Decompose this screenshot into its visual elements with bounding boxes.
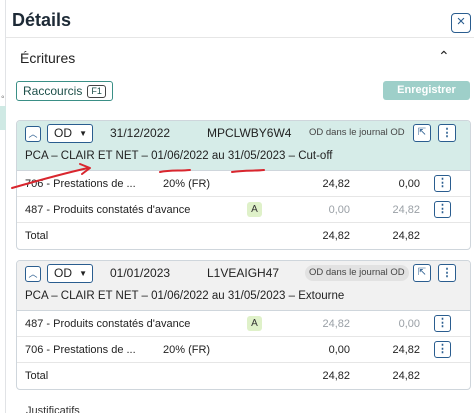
caret-down-icon: ▼ xyxy=(79,129,87,138)
line-credit: 24,82 xyxy=(392,204,420,216)
vertical-dots-icon[interactable]: ⋮ xyxy=(434,175,451,192)
journal-select-value: OD xyxy=(54,126,72,140)
external-link-icon[interactable]: ⇱ xyxy=(413,124,431,142)
entry-reference: L1VEAIGH47 xyxy=(207,266,280,280)
line-vat: 20% (FR) xyxy=(163,178,211,190)
entry-date: 01/01/2023 xyxy=(110,266,171,280)
vertical-dots-icon[interactable]: ⋮ xyxy=(438,264,456,282)
entry-reference: MPCLWBY6W4 xyxy=(207,126,292,140)
line-account: 487 - Produits constatés d'avance xyxy=(25,318,191,330)
caret-down-icon: ▼ xyxy=(79,269,87,278)
entry-line: 487 - Produits constatés d'avance A 0,00… xyxy=(17,197,470,223)
line-debit: 0,00 xyxy=(328,344,350,356)
vertical-dots-icon[interactable]: ⋮ xyxy=(434,315,451,332)
line-account: 487 - Produits constatés d'avance xyxy=(25,204,191,216)
line-debit: 0,00 xyxy=(328,204,350,216)
journal-badge: OD dans le journal OD xyxy=(305,265,409,281)
line-credit: 0,00 xyxy=(398,318,420,330)
line-vat-badge: A xyxy=(247,316,262,331)
total-debit: 24,82 xyxy=(322,230,350,242)
entry-card: ︿ OD ▼ 01/01/2023 L1VEAIGH47 OD dans le … xyxy=(16,260,471,390)
sidebar-bullet-icon: ◦ xyxy=(1,92,5,103)
entry-line: 706 - Prestations de ... 20% (FR) 0,00 2… xyxy=(17,337,470,363)
entry-card: ︿ OD ▼ 31/12/2022 MPCLWBY6W4 OD dans le … xyxy=(16,120,471,250)
journal-select[interactable]: OD ▼ xyxy=(47,124,93,143)
total-label: Total xyxy=(25,370,49,382)
shortcuts-button[interactable]: Raccourcis F1 xyxy=(16,81,113,101)
line-account: 706 - Prestations de ... xyxy=(25,178,136,190)
line-credit: 0,00 xyxy=(398,178,420,190)
journal-badge: OD dans le journal OD xyxy=(309,127,405,138)
journal-select-value: OD xyxy=(54,266,72,280)
line-vat: 20% (FR) xyxy=(163,344,211,356)
external-link-icon[interactable]: ⇱ xyxy=(413,264,431,282)
total-row: Total 24,82 24,82 xyxy=(17,363,470,389)
total-label: Total xyxy=(25,230,49,242)
total-row: Total 24,82 24,82 xyxy=(17,223,470,249)
shortcuts-key: F1 xyxy=(87,84,106,98)
shortcuts-label: Raccourcis xyxy=(23,84,83,98)
details-panel: Détails × Écritures ⌃ Raccourcis F1 Enre… xyxy=(6,0,474,413)
entries-section-header[interactable]: Écritures ⌃ xyxy=(6,38,474,74)
entry-line: 706 - Prestations de ... 20% (FR) 24,82 … xyxy=(17,171,470,197)
journal-select[interactable]: OD ▼ xyxy=(47,264,93,283)
total-credit: 24,82 xyxy=(392,230,420,242)
vertical-dots-icon[interactable]: ⋮ xyxy=(434,341,451,358)
entry-label: PCA – CLAIR ET NET – 01/06/2022 au 31/05… xyxy=(25,150,333,162)
entry-date: 31/12/2022 xyxy=(110,126,171,140)
entry-card-header: ︿ OD ▼ 31/12/2022 MPCLWBY6W4 OD dans le … xyxy=(17,121,470,171)
chevron-up-icon[interactable]: ︿ xyxy=(25,266,41,282)
vertical-dots-icon[interactable]: ⋮ xyxy=(438,124,456,142)
save-button[interactable]: Enregistrer xyxy=(383,81,470,100)
entry-line: 487 - Produits constatés d'avance A 24,8… xyxy=(17,311,470,337)
chevron-up-icon[interactable]: ⌃ xyxy=(438,48,450,65)
panel-header: Détails × xyxy=(6,0,474,38)
entry-card-header: ︿ OD ▼ 01/01/2023 L1VEAIGH47 OD dans le … xyxy=(17,261,470,311)
attachments-section-title: Justificatifs xyxy=(26,405,80,413)
line-debit: 24,82 xyxy=(322,178,350,190)
entry-label: PCA – CLAIR ET NET – 01/06/2022 au 31/05… xyxy=(25,290,345,302)
line-vat-badge: A xyxy=(247,202,262,217)
chevron-up-icon[interactable]: ︿ xyxy=(25,126,41,142)
line-credit: 24,82 xyxy=(392,344,420,356)
panel-title: Détails xyxy=(12,10,72,30)
vertical-dots-icon[interactable]: ⋮ xyxy=(434,201,451,218)
close-icon[interactable]: × xyxy=(451,13,471,33)
line-account: 706 - Prestations de ... xyxy=(25,344,136,356)
total-debit: 24,82 xyxy=(322,370,350,382)
line-debit: 24,82 xyxy=(322,318,350,330)
section-title: Écritures xyxy=(20,50,76,66)
total-credit: 24,82 xyxy=(392,370,420,382)
